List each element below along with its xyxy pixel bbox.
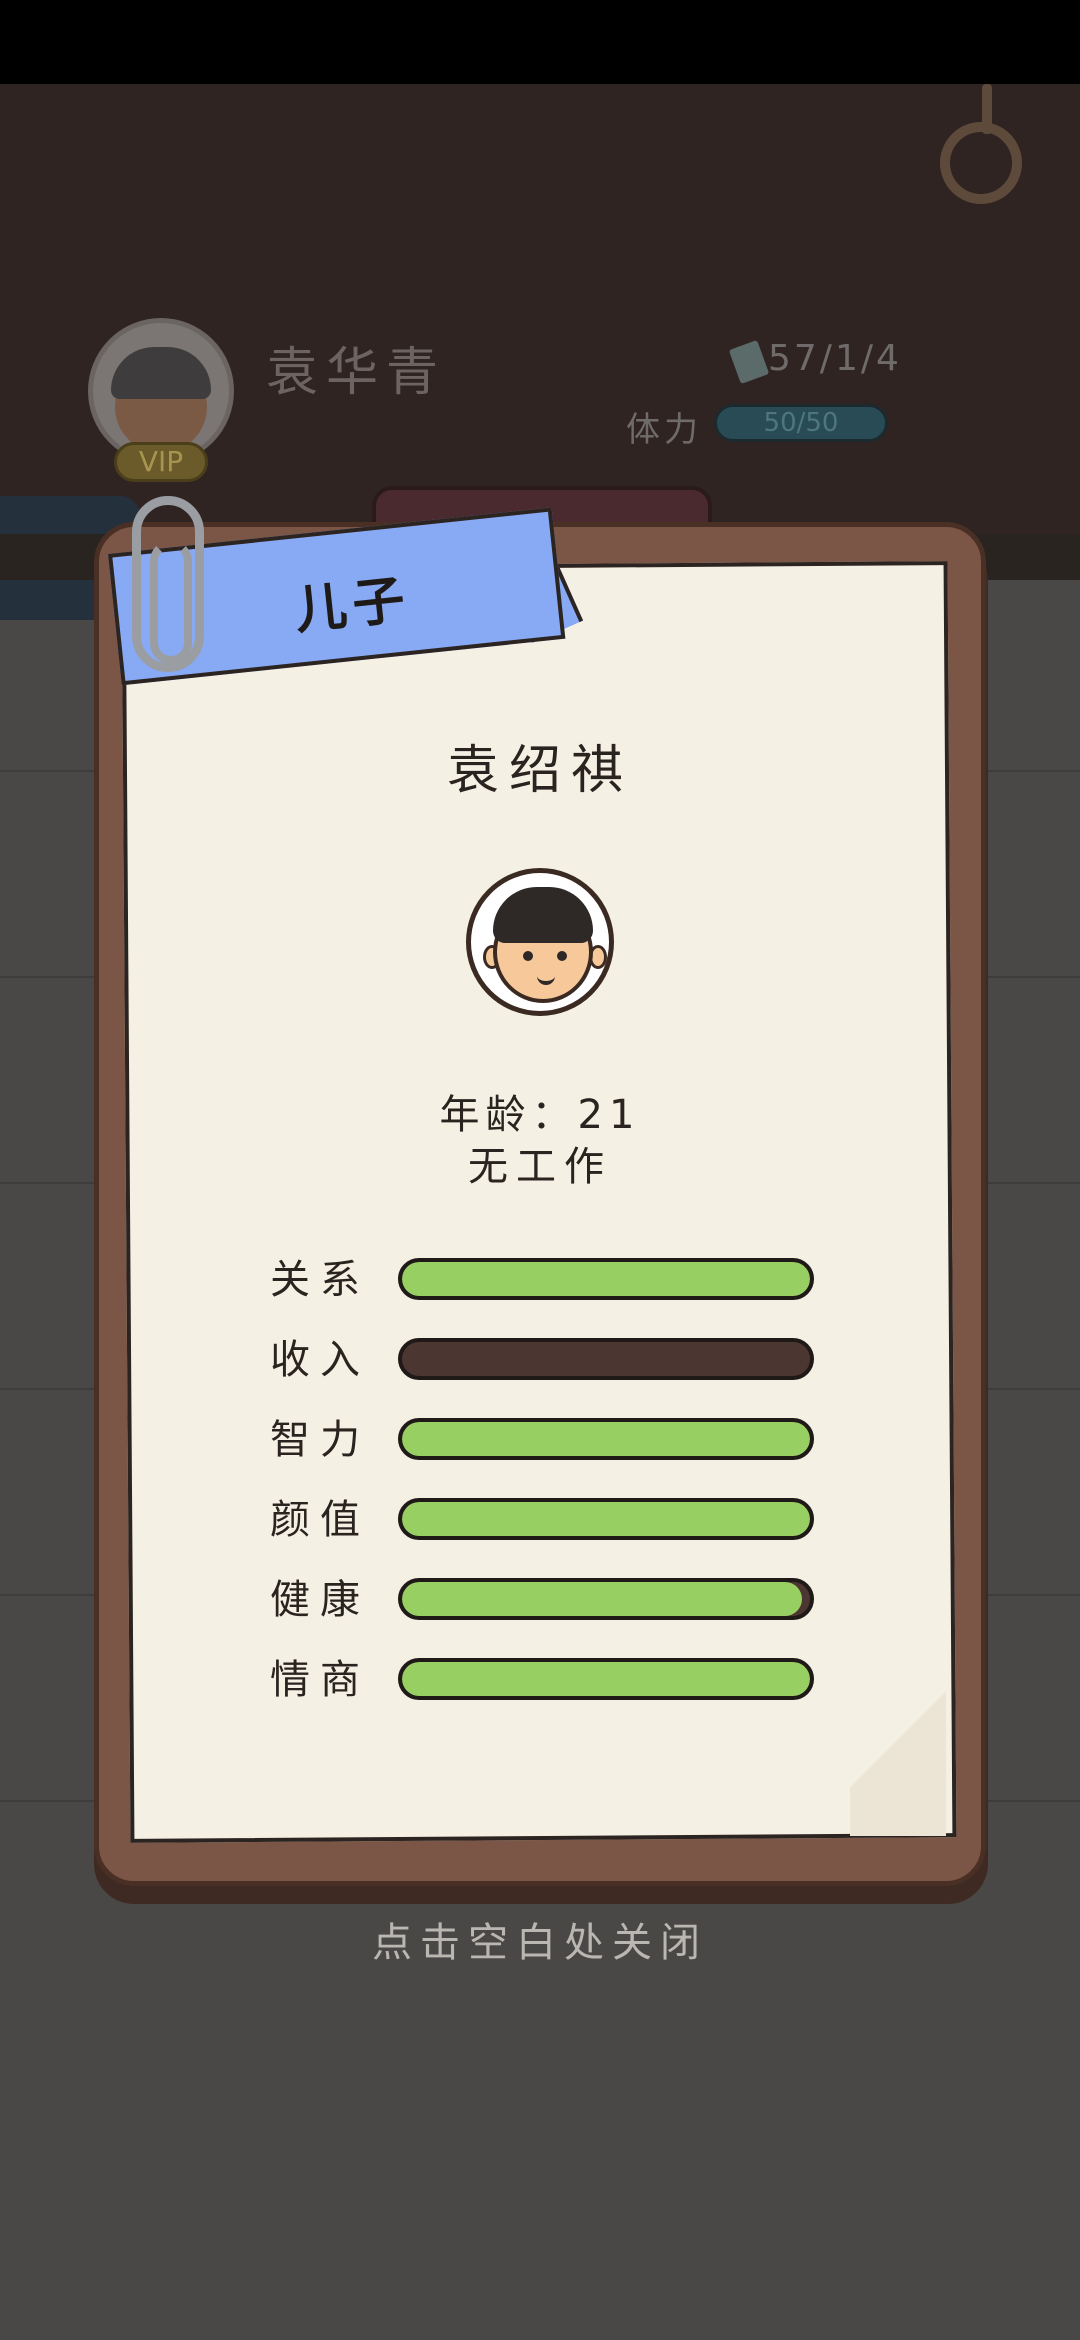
stamina-bar: 50/50 bbox=[714, 404, 888, 442]
stat-row: 健康 bbox=[270, 1576, 822, 1624]
child-name: 袁绍祺 bbox=[446, 741, 633, 801]
stat-bar bbox=[398, 1418, 814, 1460]
job-text: 无工作 bbox=[468, 1144, 612, 1190]
stat-bar-fill bbox=[402, 1502, 810, 1536]
stat-bar-fill bbox=[402, 1582, 802, 1616]
stat-label: 情商 bbox=[270, 1657, 370, 1703]
stat-bar bbox=[398, 1658, 814, 1700]
paper-curl bbox=[850, 1640, 946, 1836]
stat-bar-fill bbox=[402, 1422, 810, 1456]
relation-label: 儿子 bbox=[291, 569, 414, 642]
stat-label: 关系 bbox=[270, 1257, 370, 1303]
child-avatar bbox=[466, 868, 614, 1016]
vip-badge[interactable]: VIP bbox=[114, 442, 208, 482]
stat-label: 健康 bbox=[270, 1577, 370, 1623]
stat-row: 颜值 bbox=[270, 1496, 822, 1544]
status-bar bbox=[0, 0, 1080, 84]
stat-bar-fill bbox=[402, 1662, 810, 1696]
stat-row: 智力 bbox=[270, 1416, 822, 1464]
stat-row: 关系 bbox=[270, 1256, 822, 1304]
stat-bar-fill bbox=[402, 1262, 810, 1296]
stat-bar bbox=[398, 1578, 814, 1620]
money-amount: 57/1/4 bbox=[768, 338, 902, 379]
stamina-label: 体力 bbox=[626, 410, 702, 450]
stat-row: 收入 bbox=[270, 1336, 822, 1384]
stat-label: 智力 bbox=[270, 1417, 370, 1463]
stat-label: 收入 bbox=[270, 1337, 370, 1383]
player-name: 袁华青 bbox=[266, 343, 447, 403]
stat-bar bbox=[398, 1258, 814, 1300]
paper-clip-inner bbox=[150, 540, 192, 664]
close-hint[interactable]: 点击空白处关闭 bbox=[0, 1910, 1080, 1968]
stat-label: 颜值 bbox=[270, 1497, 370, 1543]
age-text: 年龄：21 bbox=[439, 1092, 641, 1138]
stat-bar bbox=[398, 1498, 814, 1540]
stat-bar bbox=[398, 1338, 814, 1380]
hanging-ring-icon[interactable] bbox=[940, 122, 1022, 204]
stat-row: 情商 bbox=[270, 1656, 822, 1704]
